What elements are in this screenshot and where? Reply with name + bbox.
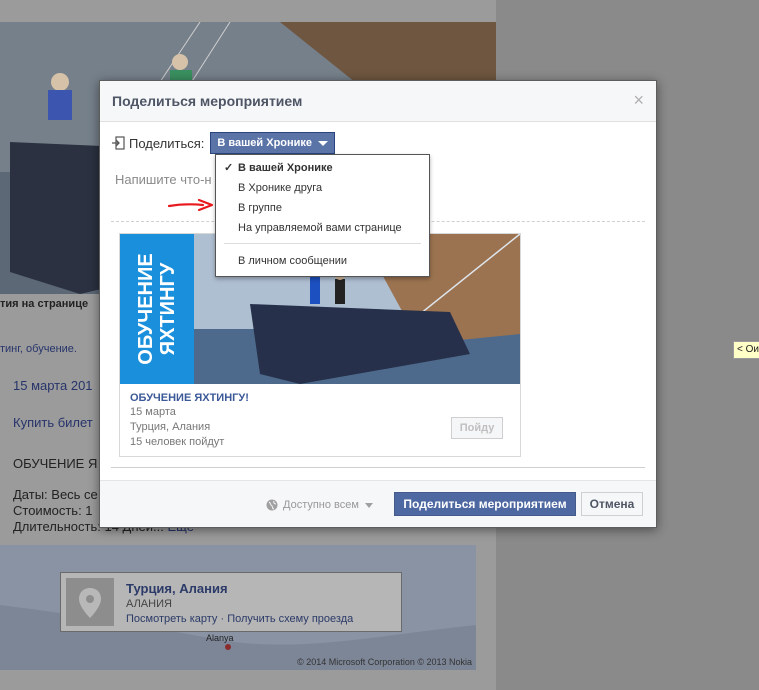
share-event-dialog: Поделиться мероприятием × Поделиться: В … (99, 80, 657, 528)
dialog-title: Поделиться мероприятием (112, 93, 303, 109)
banner-line1: ОБУЧЕНИЕ (135, 253, 157, 365)
event-preview-location: Турция, Алания (130, 421, 211, 433)
dialog-footer: Доступно всем Поделиться мероприятием От… (100, 480, 656, 527)
menu-item-friend-timeline[interactable]: В Хронике друга (216, 178, 429, 198)
menu-item-your-timeline[interactable]: ✓ В вашей Хронике (216, 158, 429, 178)
map-place-label: Alanya (206, 633, 234, 643)
menu-divider (224, 243, 421, 244)
banner-line2: ЯХТИНГУ (157, 262, 179, 356)
menu-item-label: В вашей Хронике (238, 162, 333, 174)
event-preview-title[interactable]: ОБУЧЕНИЕ ЯХТИНГУ! (130, 392, 249, 404)
share-target-menu: ✓ В вашей Хронике В Хронике друга В груп… (215, 154, 430, 277)
share-icon (112, 136, 125, 150)
link-separator: · (220, 613, 225, 625)
map-card-links: Посмотреть карту · Получить схему проезд… (126, 613, 353, 625)
share-target-row: Поделиться: В вашей Хронике (111, 132, 336, 154)
view-map-link: Посмотреть карту (126, 613, 218, 625)
chevron-down-icon (364, 502, 373, 508)
bg-cost: Стоимость: 1 (13, 503, 93, 518)
bg-buy-ticket: Купить билет (13, 415, 93, 430)
bg-dates: Даты: Весь се (13, 487, 98, 502)
share-target-select[interactable]: В вашей Хронике (210, 132, 336, 154)
map-card-title: Турция, Алания (126, 581, 228, 596)
audience-selector[interactable]: Доступно всем (266, 499, 373, 511)
menu-item-label: В Хронике друга (238, 182, 323, 194)
share-event-button[interactable]: Поделиться мероприятием (394, 492, 576, 516)
share-target-value: В вашей Хронике (217, 137, 313, 149)
menu-item-label: В личном сообщении (238, 255, 348, 267)
bg-event-title: ОБУЧЕНИЕ ЯХ (13, 456, 98, 471)
map-pin-icon (66, 578, 114, 626)
directions-link: Получить схему проезда (227, 613, 354, 625)
bg-date: 15 марта 201 (13, 378, 93, 393)
event-banner-text: ОБУЧЕНИЕ ЯХТИНГУ (135, 253, 179, 364)
menu-item-managed-page[interactable]: На управляемой вами странице (216, 218, 429, 238)
share-label: Поделиться: (129, 135, 205, 151)
map-location-card: Турция, Алания АЛАНИЯ Посмотреть карту ·… (60, 572, 402, 632)
event-preview-going: 15 человек пойдут (130, 436, 225, 448)
compose-input[interactable]: Напишите что-н (115, 172, 215, 187)
menu-item-label: В группе (238, 202, 282, 214)
chevron-down-icon (318, 140, 329, 146)
map-copyright: © 2014 Microsoft Corporation © 2013 Noki… (297, 657, 472, 667)
red-arrow-annotation-icon (167, 198, 214, 212)
footer-divider (111, 467, 645, 468)
map-card-subtitle: АЛАНИЯ (126, 598, 172, 610)
event-banner: ОБУЧЕНИЕ ЯХТИНГУ (120, 234, 194, 384)
audience-label: Доступно всем (283, 499, 359, 511)
side-tooltip: < Ои (733, 341, 759, 359)
close-icon[interactable]: × (633, 90, 644, 111)
globe-icon (266, 499, 278, 511)
menu-item-group[interactable]: В группе (216, 198, 429, 218)
cancel-button[interactable]: Отмена (581, 492, 643, 516)
checkmark-icon: ✓ (224, 162, 234, 174)
bg-event-strip: тия на странице (0, 298, 89, 310)
dialog-header: Поделиться мероприятием × (100, 81, 656, 122)
background-map: Alanya Турция, Алания АЛАНИЯ Посмотреть … (0, 545, 476, 670)
go-button[interactable]: Пойду (451, 417, 503, 439)
event-preview-date: 15 марта (130, 406, 176, 418)
menu-item-private-message[interactable]: В личном сообщении (216, 251, 429, 271)
menu-item-label: На управляемой вами странице (238, 222, 402, 234)
bg-tags: тинг, обучение. (0, 343, 77, 355)
